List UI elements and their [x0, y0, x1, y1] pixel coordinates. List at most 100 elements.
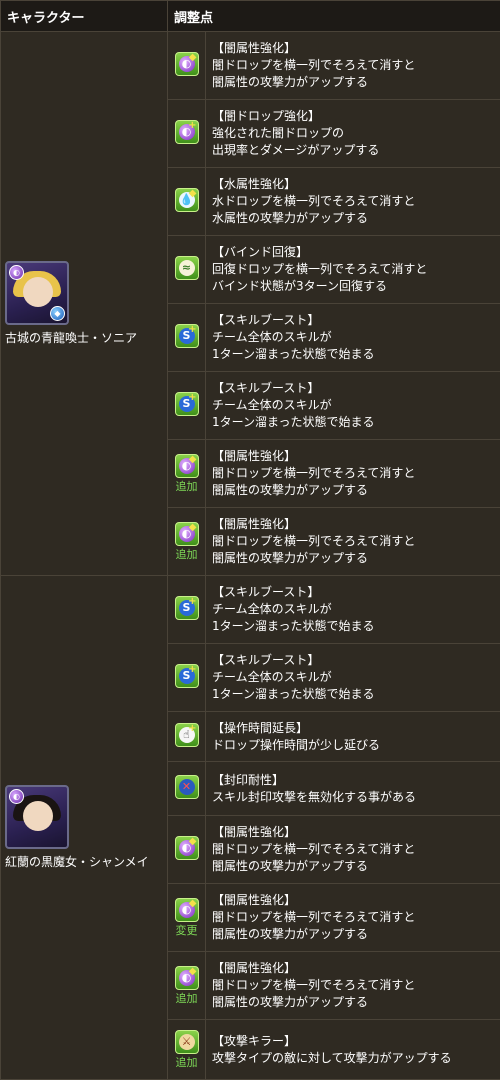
attacker-killer-icon: ⚔ [175, 1030, 199, 1054]
awakening-cell: ◐+ [168, 100, 206, 168]
awakening-text-line: チーム全体のスキルが [212, 669, 494, 686]
skill-boost-icon: S+ [175, 392, 199, 416]
awakening-text-line: 闇ドロップを横一列でそろえて消すと [212, 841, 494, 858]
awakening-text-line: 闇属性の攻撃力がアップする [212, 858, 494, 875]
water-attribute-icon: ◆ [50, 306, 65, 321]
awakening-text-line: 闇属性の攻撃力がアップする [212, 74, 494, 91]
dark-orb-enhance-icon: ◐◆ [175, 836, 199, 860]
awakening-text-line: 闇属性の攻撃力がアップする [212, 926, 494, 943]
awakening-title: 【水属性強化】 [212, 176, 494, 193]
character-portrait-shanmei[interactable]: ◐ [5, 785, 69, 849]
awakening-text-line: 回復ドロップを横一列でそろえて消すと [212, 261, 494, 278]
dark-attribute-icon: ◐ [9, 265, 24, 280]
awakening-text-line: スキル封印攻撃を無効化する事がある [212, 789, 494, 806]
time-extend-icon: ☝+ [175, 723, 199, 747]
dark-attribute-icon: ◐ [9, 789, 24, 804]
awakening-cell: ◐◆ [168, 816, 206, 884]
awakening-description: 【封印耐性】 スキル封印攻撃を無効化する事がある [206, 762, 500, 816]
awakening-text-line: 闇属性の攻撃力がアップする [212, 550, 494, 567]
bind-recovery-icon: ≈ [175, 256, 199, 280]
awakening-cell: ◐◆ 追加 [168, 440, 206, 508]
dark-drop-enhance-icon: ◐+ [175, 120, 199, 144]
awakening-title: 【操作時間延長】 [212, 720, 494, 737]
awakening-text-line: ドロップ操作時間が少し延びる [212, 737, 494, 754]
dark-orb-enhance-icon: ◐◆ [175, 898, 199, 922]
awakening-title: 【闇属性強化】 [212, 40, 494, 57]
awakening-description: 【闇属性強化】 闇ドロップを横一列でそろえて消すと 闇属性の攻撃力がアップする [206, 508, 500, 576]
awakening-text-line: 攻撃タイプの敵に対して攻撃力がアップする [212, 1050, 494, 1067]
status-tag: 追加 [168, 1057, 205, 1069]
awakening-title: 【闇属性強化】 [212, 824, 494, 841]
awakening-title: 【スキルブースト】 [212, 584, 494, 601]
awakening-description: 【スキルブースト】 チーム全体のスキルが 1ターン溜まった状態で始まる [206, 372, 500, 440]
awakening-description: 【闇ドロップ強化】 強化された闇ドロップの 出現率とダメージがアップする [206, 100, 500, 168]
awakening-cell: S+ [168, 304, 206, 372]
table-row: ◐ ◆ 古城の青龍喚士・ソニア ◐◆ 【闇属性強化】 闇ドロップを横一列でそろえ… [1, 32, 500, 100]
awakening-description: 【闇属性強化】 闇ドロップを横一列でそろえて消すと 闇属性の攻撃力がアップする [206, 952, 500, 1020]
awakening-cell: 💧◆ [168, 168, 206, 236]
awakening-text-line: 出現率とダメージがアップする [212, 142, 494, 159]
character-name: 古城の青龍喚士・ソニア [5, 331, 137, 345]
awakening-title: 【バインド回復】 [212, 244, 494, 261]
awakening-cell: ⚔ 追加 [168, 1020, 206, 1080]
awakening-cell: S+ [168, 372, 206, 440]
header-character: キャラクター [1, 1, 168, 32]
status-tag: 追加 [168, 549, 205, 561]
awakening-description: 【操作時間延長】 ドロップ操作時間が少し延びる [206, 712, 500, 762]
awakening-text-line: チーム全体のスキルが [212, 601, 494, 618]
awakening-text-line: 闇ドロップを横一列でそろえて消すと [212, 909, 494, 926]
awakening-title: 【闇ドロップ強化】 [212, 108, 494, 125]
awakening-cell: ✕ [168, 762, 206, 816]
water-orb-enhance-icon: 💧◆ [175, 188, 199, 212]
dark-orb-enhance-icon: ◐◆ [175, 966, 199, 990]
awakening-cell: S+ [168, 644, 206, 712]
awakening-text-line: 闇ドロップを横一列でそろえて消すと [212, 977, 494, 994]
awakening-description: 【スキルブースト】 チーム全体のスキルが 1ターン溜まった状態で始まる [206, 304, 500, 372]
awakening-description: 【水属性強化】 水ドロップを横一列でそろえて消すと 水属性の攻撃力がアップする [206, 168, 500, 236]
awakening-description: 【闇属性強化】 闇ドロップを横一列でそろえて消すと 闇属性の攻撃力がアップする [206, 32, 500, 100]
skill-boost-icon: S+ [175, 324, 199, 348]
awakening-title: 【封印耐性】 [212, 772, 494, 789]
adjustment-table: キャラクター 調整点 ◐ ◆ 古城の青龍喚士・ソニア ◐◆ 【闇属性強化】 [0, 0, 500, 1080]
awakening-title: 【闇属性強化】 [212, 516, 494, 533]
awakening-description: 【バインド回復】 回復ドロップを横一列でそろえて消すと バインド状態が3ターン回… [206, 236, 500, 304]
awakening-text-line: 1ターン溜まった状態で始まる [212, 686, 494, 703]
awakening-cell: ◐◆ [168, 32, 206, 100]
table-header-row: キャラクター 調整点 [1, 1, 500, 32]
awakening-title: 【攻撃キラー】 [212, 1033, 494, 1050]
portrait-face [23, 277, 53, 307]
awakening-title: 【闇属性強化】 [212, 892, 494, 909]
awakening-text-line: 闇ドロップを横一列でそろえて消すと [212, 57, 494, 74]
awakening-title: 【スキルブースト】 [212, 312, 494, 329]
awakening-description: 【闇属性強化】 闇ドロップを横一列でそろえて消すと 闇属性の攻撃力がアップする [206, 440, 500, 508]
dark-orb-enhance-icon: ◐◆ [175, 454, 199, 478]
awakening-text-line: 強化された闇ドロップの [212, 125, 494, 142]
awakening-cell: ≈ [168, 236, 206, 304]
skill-boost-icon: S+ [175, 596, 199, 620]
awakening-title: 【スキルブースト】 [212, 652, 494, 669]
awakening-cell: ◐◆ 変更 [168, 884, 206, 952]
status-tag: 追加 [168, 481, 205, 493]
character-cell: ◐ 紅蘭の黒魔女・シャンメイ [1, 576, 168, 1080]
status-tag: 変更 [168, 925, 205, 937]
awakening-description: 【スキルブースト】 チーム全体のスキルが 1ターン溜まった状態で始まる [206, 644, 500, 712]
awakening-cell: S+ [168, 576, 206, 644]
character-portrait-sonia[interactable]: ◐ ◆ [5, 261, 69, 325]
awakening-text-line: 1ターン溜まった状態で始まる [212, 414, 494, 431]
dark-orb-enhance-icon: ◐◆ [175, 52, 199, 76]
awakening-title: 【闇属性強化】 [212, 960, 494, 977]
awakening-text-line: 1ターン溜まった状態で始まる [212, 618, 494, 635]
awakening-description: 【闇属性強化】 闇ドロップを横一列でそろえて消すと 闇属性の攻撃力がアップする [206, 816, 500, 884]
status-tag: 追加 [168, 993, 205, 1005]
awakening-text-line: チーム全体のスキルが [212, 397, 494, 414]
awakening-title: 【闇属性強化】 [212, 448, 494, 465]
character-cell: ◐ ◆ 古城の青龍喚士・ソニア [1, 32, 168, 576]
awakening-cell: ◐◆ 追加 [168, 508, 206, 576]
awakening-description: 【闇属性強化】 闇ドロップを横一列でそろえて消すと 闇属性の攻撃力がアップする [206, 884, 500, 952]
seal-resist-icon: ✕ [175, 775, 199, 799]
awakening-description: 【スキルブースト】 チーム全体のスキルが 1ターン溜まった状態で始まる [206, 576, 500, 644]
awakening-text-line: 水属性の攻撃力がアップする [212, 210, 494, 227]
awakening-text-line: 闇属性の攻撃力がアップする [212, 994, 494, 1011]
character-name: 紅蘭の黒魔女・シャンメイ [5, 855, 149, 869]
awakening-text-line: 闇属性の攻撃力がアップする [212, 482, 494, 499]
